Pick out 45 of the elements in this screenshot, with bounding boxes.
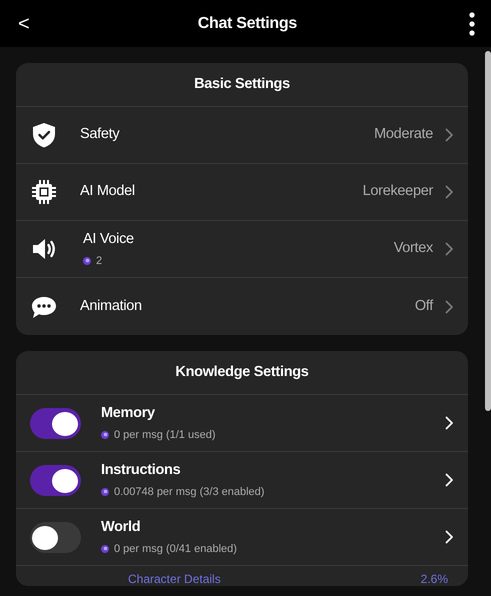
section-title: Knowledge Settings (16, 351, 468, 395)
percent-text: 2.6% (420, 572, 448, 586)
cost-text: 0 per msg (1/1 used) (114, 428, 216, 443)
settings-row[interactable]: World 0 per msg (0/41 enabled) (16, 509, 468, 566)
row-label: Memory (101, 404, 156, 423)
settings-row[interactable]: AI Model Lorekeeper (16, 164, 468, 221)
chip-icon (30, 178, 58, 206)
settings-row[interactable]: Safety Moderate (16, 107, 468, 164)
chevron-right-icon (445, 530, 454, 544)
row-label: AI Voice (83, 230, 134, 249)
toggle-switch[interactable] (30, 464, 81, 496)
chevron-right-icon (445, 128, 454, 142)
chevron-right-icon (445, 185, 454, 199)
cost-text: 2 (96, 254, 102, 269)
row-label: Safety (80, 125, 120, 144)
row-value: Vortex (394, 239, 433, 258)
settings-row[interactable]: Memory 0 per msg (1/1 used) (16, 395, 468, 452)
scrollbar-thumb[interactable] (485, 51, 491, 411)
row-label: Animation (80, 296, 142, 316)
cost-text: 0 per msg (0/41 enabled) (114, 542, 237, 557)
settings-row[interactable]: Instructions 0.00748 per msg (3/3 enabled) (16, 452, 468, 509)
chevron-right-icon (445, 300, 454, 314)
toggle-switch[interactable] (30, 408, 81, 438)
row-value: Lorekeeper (362, 182, 433, 202)
page-title: Chat Settings (198, 14, 297, 34)
settings-row[interactable]: AI Voice 2 Vortex (16, 221, 468, 278)
section-title: Basic Settings (16, 63, 468, 107)
character-details-link[interactable]: Character Details (128, 572, 221, 586)
row-label: World (101, 518, 142, 537)
settings-row[interactable]: Animation Off (16, 278, 468, 335)
chevron-right-icon (445, 242, 454, 256)
row-value: Moderate (374, 125, 433, 144)
row-label: AI Model (80, 182, 135, 202)
gem-icon (101, 430, 109, 439)
chevron-right-icon (445, 473, 454, 487)
chevron-right-icon (445, 416, 454, 430)
shield-check-icon (30, 121, 58, 149)
row-label: Instructions (101, 460, 182, 480)
gem-icon (101, 488, 109, 496)
toggle-switch[interactable] (30, 522, 81, 552)
cost-text: 0.00748 per msg (3/3 enabled) (114, 484, 264, 500)
back-button[interactable]: < (18, 14, 30, 34)
gem-icon (101, 544, 109, 553)
row-value: Off (414, 296, 433, 316)
gem-icon (83, 256, 91, 265)
